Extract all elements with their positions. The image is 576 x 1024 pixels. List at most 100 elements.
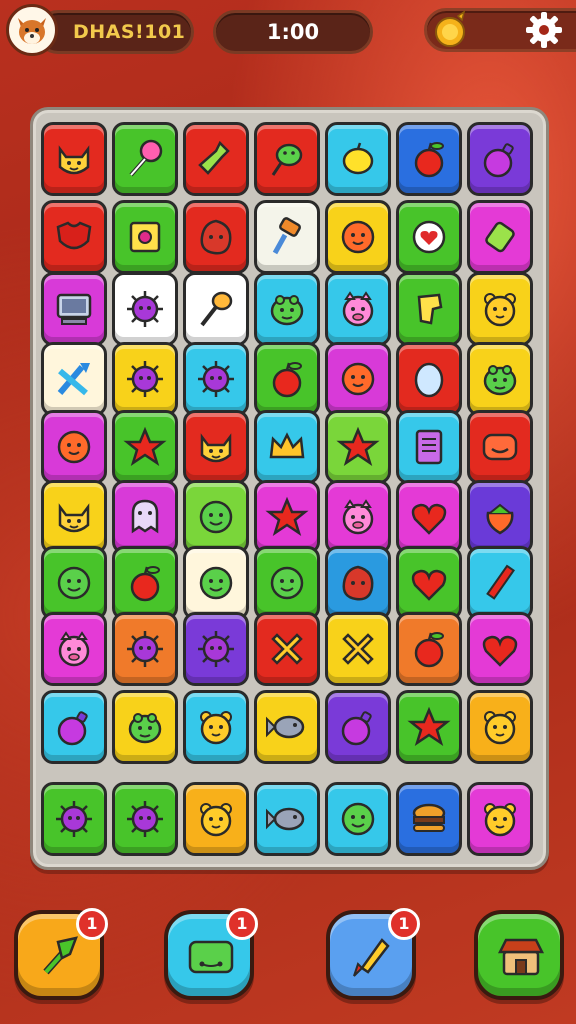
hammer-powerup-button[interactable]: 1 [14,908,108,1000]
tile[interactable] [183,200,249,274]
arrows-icon [57,363,90,396]
tile[interactable] [467,410,533,484]
tile[interactable] [467,122,533,196]
tile[interactable] [254,122,320,196]
tile[interactable] [254,342,320,416]
tile[interactable] [41,122,107,196]
tile[interactable] [254,690,320,764]
rocket-powerup-button[interactable]: 1 [326,908,420,1000]
tile[interactable] [183,122,249,196]
tile[interactable] [41,612,107,686]
card-powerup-button[interactable]: 1 [164,908,258,1000]
tile[interactable] [325,200,391,274]
tile[interactable] [325,546,391,620]
tile[interactable] [325,782,391,856]
tile[interactable] [254,480,320,554]
tile[interactable] [254,612,320,686]
tile[interactable] [467,782,533,856]
tile[interactable] [396,782,462,856]
tile[interactable] [396,272,462,346]
tile[interactable] [112,200,178,274]
frog-icon [483,365,517,396]
blob-icon [342,565,374,601]
tile[interactable] [112,122,178,196]
heart-icon [411,569,447,601]
tile[interactable] [396,480,462,554]
bomb-icon [57,711,88,746]
pencil-icon [486,564,515,600]
tile[interactable] [325,612,391,686]
tile[interactable] [254,782,320,856]
tile[interactable] [112,612,178,686]
tile[interactable] [467,690,533,764]
tile[interactable] [254,272,320,346]
tile[interactable] [183,782,249,856]
tile[interactable] [183,272,249,346]
tile[interactable] [467,200,533,274]
tile[interactable] [396,690,462,764]
tile[interactable] [254,200,320,274]
tile[interactable] [325,342,391,416]
hammer-icon [43,936,78,975]
tile[interactable] [396,122,462,196]
crown-icon [269,432,305,459]
virus-icon [127,801,163,837]
safe-icon [129,221,161,253]
frog-icon [128,713,162,744]
tile[interactable] [183,410,249,484]
ball-icon [341,362,375,396]
tile[interactable] [467,272,533,346]
gear-icon[interactable] [522,8,566,52]
face-icon [270,566,304,600]
tile[interactable] [467,546,533,620]
shop-powerup-button[interactable] [474,910,564,1000]
tile[interactable] [41,342,107,416]
tile[interactable] [112,782,178,856]
fox-avatar-icon[interactable] [6,4,58,56]
tile[interactable] [112,480,178,554]
bomb-icon [483,143,514,178]
tile[interactable] [41,410,107,484]
tile[interactable] [183,690,249,764]
tile[interactable] [41,782,107,856]
candy-icon [485,221,515,253]
tile[interactable] [183,546,249,620]
tile[interactable] [254,410,320,484]
tile[interactable] [112,272,178,346]
top-bar: DHAS!101 1:00 [0,0,576,62]
tile[interactable] [325,272,391,346]
tile[interactable] [254,546,320,620]
tile[interactable] [467,480,533,554]
tile[interactable] [396,410,462,484]
fish-icon [266,715,305,739]
tile[interactable] [396,612,462,686]
tile[interactable] [112,410,178,484]
tile[interactable] [467,612,533,686]
tile[interactable] [396,200,462,274]
tile[interactable] [41,690,107,764]
card-icon [188,940,234,974]
tile[interactable] [396,342,462,416]
tile[interactable] [325,690,391,764]
coin-icon[interactable] [432,10,470,50]
tile[interactable] [41,200,107,274]
tile[interactable] [41,546,107,620]
tile[interactable] [396,546,462,620]
tile[interactable] [325,480,391,554]
tile[interactable] [183,342,249,416]
tile[interactable] [325,122,391,196]
count-badge: 1 [388,908,420,940]
tile[interactable] [112,546,178,620]
tile[interactable] [325,410,391,484]
virus-icon [198,361,234,397]
tile[interactable] [183,612,249,686]
cat-face-icon [58,145,90,175]
tile[interactable] [41,480,107,554]
tile[interactable] [112,342,178,416]
game-board [30,107,549,870]
tile[interactable] [183,480,249,554]
tile[interactable] [112,690,178,764]
tile[interactable] [41,272,107,346]
virus-icon [56,801,92,837]
tile[interactable] [467,342,533,416]
